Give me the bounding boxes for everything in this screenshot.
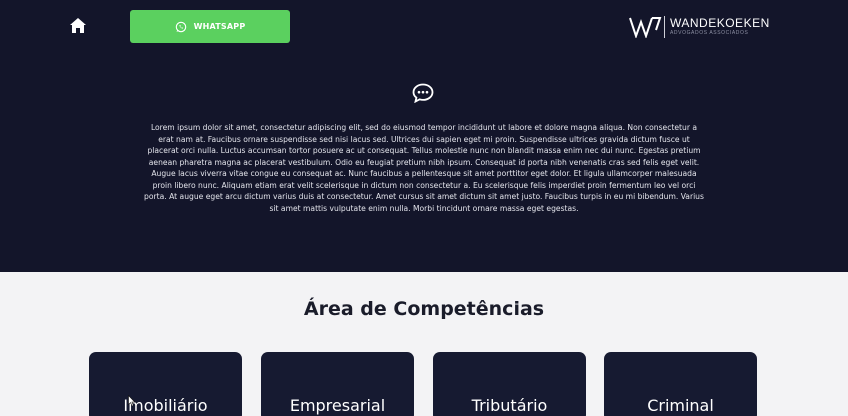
hero-description: Lorem ipsum dolor sit amet, consectetur …: [144, 123, 704, 213]
card-label: Imobiliário: [123, 396, 208, 415]
logo-subtitle: ADVOGADOS ASSOCIADOS: [670, 30, 749, 36]
card-label: Empresarial: [289, 396, 386, 415]
home-icon[interactable]: [69, 17, 87, 34]
logo-divider: [664, 16, 665, 38]
card-label: Tributário: [471, 396, 548, 415]
whatsapp-icon: [175, 21, 187, 33]
hero-section: WHATSAPP WANDEKOEKEN ADVOGADOS ASSOCIADO…: [0, 0, 848, 272]
card-tributario[interactable]: Tributário: [433, 352, 586, 416]
whatsapp-button[interactable]: WHATSAPP: [130, 10, 290, 43]
card-criminal[interactable]: Criminal: [604, 352, 757, 416]
card-label: Criminal: [647, 396, 714, 415]
logo-name: WANDEKOEKEN: [670, 16, 770, 30]
logo-mark-icon: [628, 16, 662, 40]
section-title: Área de Competências: [303, 298, 545, 320]
chat-bubble-icon: [412, 83, 434, 104]
card-empresarial[interactable]: Empresarial: [261, 352, 414, 416]
brand-logo[interactable]: WANDEKOEKEN ADVOGADOS ASSOCIADOS: [628, 14, 788, 40]
whatsapp-label: WHATSAPP: [193, 22, 246, 31]
mouse-cursor-icon: [128, 392, 136, 407]
card-imobiliario[interactable]: Imobiliário: [89, 352, 242, 416]
